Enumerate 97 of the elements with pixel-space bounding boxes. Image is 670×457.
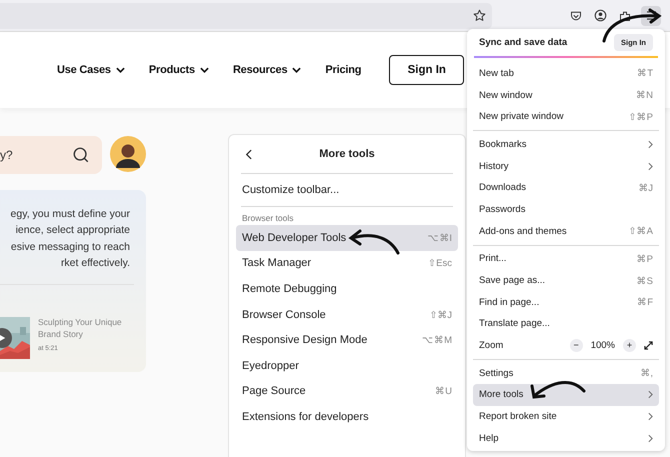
shortcut: ⇧Esc (428, 257, 452, 270)
chevron-right-icon (648, 162, 653, 171)
shortcut: ⇧⌘J (429, 308, 452, 321)
menu-item-label: Print... (479, 253, 506, 264)
menu-item-label: Zoom (479, 340, 504, 352)
sync-title: Sync and save data (479, 37, 568, 48)
shortcut: ⌘, (640, 367, 653, 380)
search-text: y? (0, 148, 13, 162)
zoom-level[interactable]: 100% (590, 340, 615, 352)
shortcut: ⌘T (637, 67, 653, 80)
chevron-right-icon (648, 140, 653, 149)
shortcut: ⌘S (636, 274, 653, 287)
chevron-right-icon (648, 434, 653, 443)
menu-item[interactable]: New window ⌘N (473, 84, 659, 106)
chevron-down-icon (200, 67, 209, 73)
menu-item[interactable]: Translate page... (473, 313, 659, 335)
menu-item[interactable]: Save page as... ⌘S (473, 270, 659, 292)
menu-item-label: New tab (479, 68, 514, 79)
menu-item[interactable]: Print... ⌘P (473, 248, 659, 270)
menu-item-label: Report broken site (479, 411, 557, 422)
menu-item[interactable]: Passwords (473, 198, 659, 220)
menu-item-label: Settings (479, 368, 514, 379)
menu-item[interactable]: Browser Console ⇧⌘J (236, 302, 458, 328)
chevron-right-icon (648, 412, 653, 422)
back-icon[interactable] (245, 149, 252, 160)
search-field[interactable]: y? (0, 136, 102, 174)
menu-item[interactable]: Remote Debugging (236, 276, 458, 302)
menu-item-label: New private window (479, 111, 564, 122)
sign-in-button[interactable]: Sign In (389, 55, 464, 85)
shortcut: ⌘F (637, 296, 653, 308)
avatar (110, 136, 146, 172)
chevron-down-icon (116, 67, 125, 73)
panel-title: More tools (319, 148, 375, 160)
menu-item-label: Page Source (242, 385, 306, 398)
menu-item[interactable]: Extensions for developers (236, 404, 458, 430)
extensions-icon[interactable] (619, 10, 631, 22)
menu-item[interactable]: Task Manager ⇧Esc (236, 250, 458, 276)
menu-item-label: Save page as... (479, 275, 546, 286)
menu-item-label: Extensions for developers (242, 410, 369, 423)
menu-item[interactable]: Find in page... ⌘F (473, 291, 659, 314)
menu-item-label: Task Manager (242, 257, 312, 270)
menu-item[interactable]: Report broken site (473, 406, 659, 428)
menu-item[interactable]: History (473, 155, 659, 177)
shortcut: ⇧⌘A (628, 225, 653, 238)
menu-item-label: Responsive Design Mode (242, 334, 368, 346)
card-text: egy, you must define your ience, select appropriate esive messaging to reach rket effectively. (10, 207, 131, 271)
shortcut: ⌘J (638, 182, 653, 194)
annotation-arrow (346, 228, 402, 256)
shortcut: ⌥⌘I (427, 232, 452, 244)
menu-item[interactable]: Page Source ⌘U (236, 378, 458, 404)
menu-item-label: Find in page... (479, 296, 540, 308)
menu-item[interactable]: Help (473, 428, 659, 450)
chevron-down-icon (292, 67, 302, 73)
menu-item-label: Web Developer Tools (242, 232, 346, 244)
menu-item[interactable]: Responsive Design Mode ⌥⌘M (236, 327, 458, 353)
menu-item[interactable]: Downloads ⌘J (473, 176, 659, 199)
menu-item-label: Add-ons and themes (479, 226, 567, 237)
star-icon[interactable] (473, 9, 486, 22)
menu-item-label: Passwords (479, 204, 526, 215)
menu-item[interactable]: New tab ⌘T (473, 62, 659, 84)
section-label: Browser tools (241, 212, 294, 225)
shortcut: ⌘P (636, 252, 653, 265)
menu-item-label: Browser Console (242, 308, 326, 321)
menu-item-label: More tools (479, 389, 524, 400)
menu-item-label: Bookmarks (479, 138, 527, 150)
nav-link[interactable]: Products (148, 64, 209, 76)
menu-item-label: Downloads (479, 182, 526, 194)
zoom-in-button[interactable]: + (623, 339, 636, 352)
shortcut: ⌘U (435, 385, 452, 398)
shortcut: ⌘N (636, 89, 653, 102)
account-icon[interactable] (594, 9, 607, 22)
menu-item-label: New window (479, 90, 532, 101)
menu-item-label: Translate page... (479, 318, 550, 330)
menu-item[interactable]: Bookmarks (473, 134, 659, 156)
play-icon (0, 334, 6, 342)
menu-item-label: Help (479, 432, 499, 444)
nav-link[interactable]: Pricing (325, 64, 362, 76)
shortcut: ⌥⌘M (422, 334, 452, 346)
menu-item-label: History (479, 160, 509, 172)
menu-item[interactable]: Eyedropper (236, 352, 458, 379)
menu-icon (646, 11, 656, 20)
menu-item[interactable]: New private window ⇧⌘P (473, 106, 659, 128)
nav-link[interactable]: Use Cases (57, 64, 125, 76)
menu-item[interactable]: More tools (473, 384, 659, 406)
menu-item-label: Eyedropper (242, 360, 299, 372)
menu-item-label: Remote Debugging (242, 282, 337, 295)
nav-link[interactable]: Resources (232, 64, 302, 76)
zoom-out-button[interactable]: − (570, 339, 583, 352)
pocket-icon[interactable] (570, 10, 582, 22)
menu-item[interactable]: Settings ⌘, (473, 362, 659, 384)
chevron-right-icon (648, 390, 653, 400)
menu-item[interactable]: Web Developer Tools ⌥⌘I (236, 225, 458, 251)
search-icon (72, 146, 90, 164)
menu-item[interactable]: Add-ons and themes ⇧⌘A (473, 220, 659, 242)
menu-item[interactable]: Customize toolbar... (236, 174, 458, 206)
shortcut: ⇧⌘P (628, 110, 653, 123)
fullscreen-icon[interactable] (644, 341, 653, 350)
